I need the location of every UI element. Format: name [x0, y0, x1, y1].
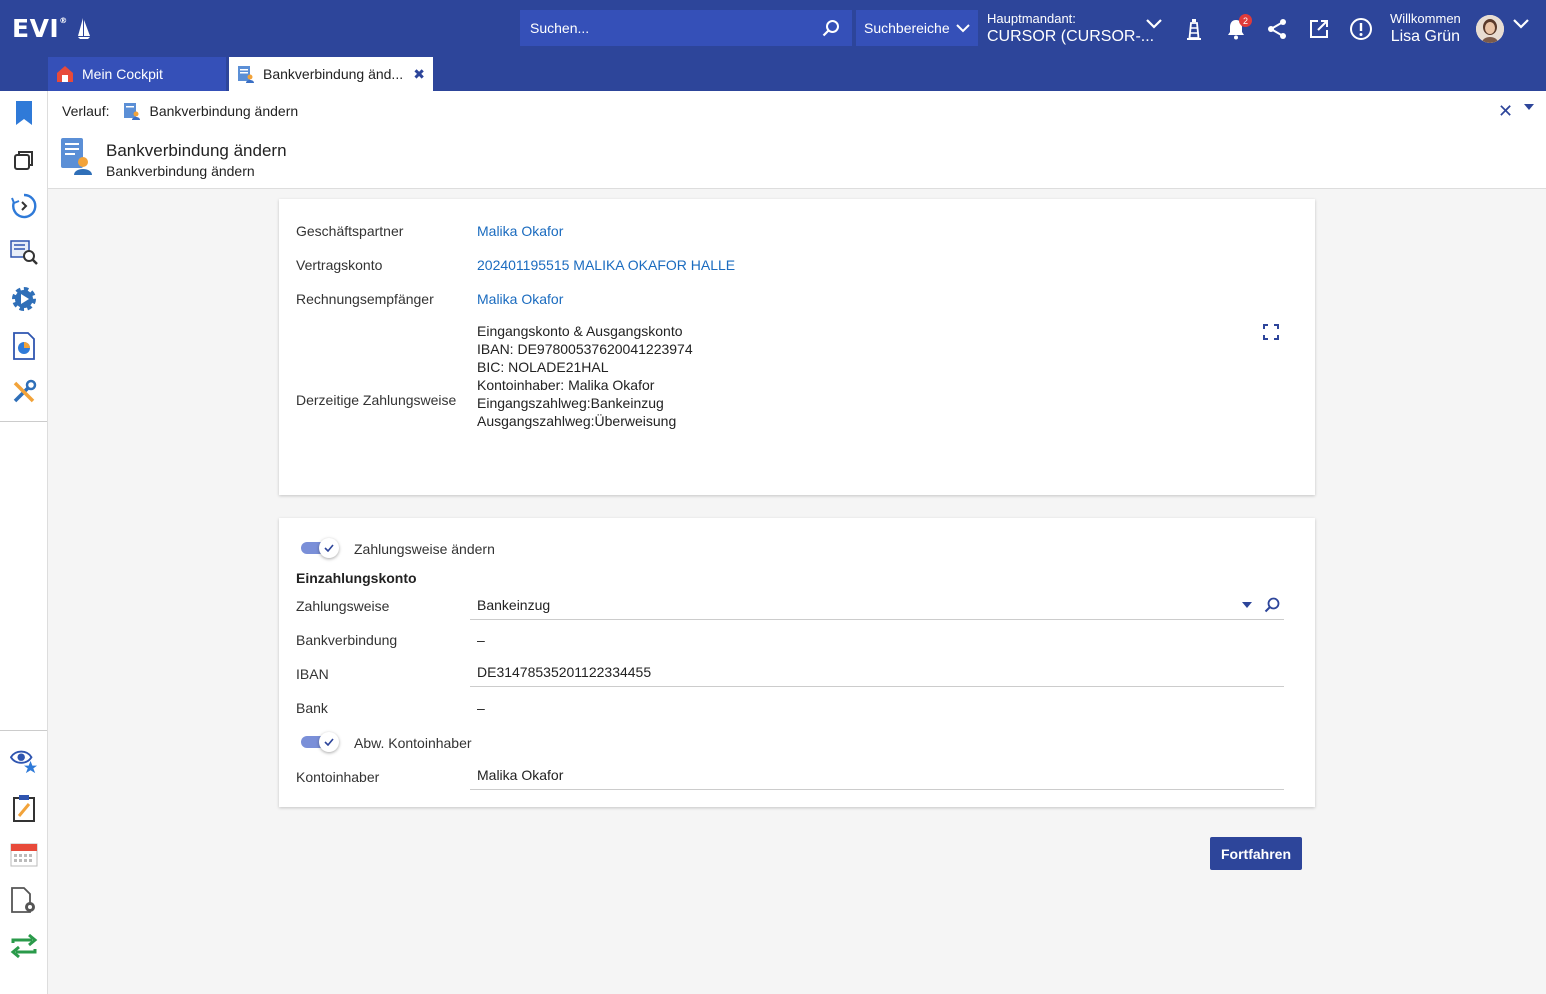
recipient-label: Rechnungsempfänger: [296, 291, 434, 307]
search-scope-label: Suchbereiche: [864, 20, 950, 36]
user-name: Lisa Grün: [1390, 28, 1461, 45]
partner-link[interactable]: Malika Okafor: [477, 223, 563, 239]
payment-line: Ausgangszahlweg:Überweisung: [477, 413, 677, 429]
current-info-card: Geschäftspartner Malika Okafor Vertragsk…: [279, 199, 1315, 495]
calendar-icon[interactable]: [10, 840, 38, 868]
tab-bank-connection[interactable]: Bankverbindung änd... ✖: [229, 57, 433, 91]
watch-star-icon[interactable]: [10, 746, 38, 774]
contract-label: Vertragskonto: [296, 257, 383, 273]
avatar[interactable]: [1476, 15, 1504, 43]
tab-label: Mein Cockpit: [82, 66, 163, 82]
bank-connection-label: Bankverbindung: [296, 632, 398, 648]
payment-line: BIC: NOLADE21HAL: [477, 359, 609, 375]
search-icon[interactable]: [820, 17, 842, 39]
chevron-down-icon: [956, 23, 970, 32]
clipboard-edit-icon[interactable]: [10, 794, 38, 822]
chevron-down-icon[interactable]: [1145, 18, 1163, 29]
recipient-link[interactable]: Malika Okafor: [477, 291, 563, 307]
sidebar-divider: [0, 730, 47, 731]
lighthouse-icon[interactable]: [1181, 16, 1207, 42]
info-icon[interactable]: [1348, 16, 1374, 42]
search-icon[interactable]: [1264, 597, 1280, 613]
continue-button[interactable]: Fortfahren: [1210, 837, 1302, 870]
user-greeting: Willkommen Lisa Grün: [1390, 11, 1461, 46]
bank-document-icon: [237, 65, 255, 83]
search-list-icon[interactable]: [10, 238, 38, 266]
tenant-value: CURSOR (CURSOR-...: [987, 28, 1155, 45]
iban-field[interactable]: DE31478535201122334455: [470, 657, 1284, 687]
sidebar-divider: [0, 421, 47, 422]
bank-connection-value: –: [477, 632, 485, 648]
breadcrumb-label: Verlauf:: [62, 103, 110, 119]
payment-line: Eingangszahlweg:Bankeinzug: [477, 395, 664, 411]
tab-label: Bankverbindung änd...: [263, 66, 404, 82]
payment-label: Derzeitige Zahlungsweise: [296, 392, 457, 408]
caret-down-icon[interactable]: [1242, 601, 1252, 608]
section-title: Einzahlungskonto: [296, 570, 417, 586]
close-icon[interactable]: ✕: [1498, 101, 1513, 122]
history-icon[interactable]: [10, 192, 38, 220]
bank-value: –: [477, 700, 485, 716]
check-icon: [324, 544, 334, 552]
search-bar: [520, 10, 852, 46]
page-title: Bankverbindung ändern: [106, 141, 287, 160]
page-subtitle: Bankverbindung ändern: [106, 163, 255, 179]
caret-down-icon[interactable]: [1524, 104, 1534, 110]
method-label: Zahlungsweise: [296, 598, 390, 614]
welcome-text: Willkommen: [1390, 11, 1461, 26]
payment-line: IBAN: DE97800537620041223974: [477, 341, 693, 357]
payment-change-toggle[interactable]: [301, 538, 339, 558]
bank-document-icon: [59, 137, 93, 175]
sail-icon: [77, 18, 90, 39]
payment-change-label: Zahlungsweise ändern: [354, 541, 495, 557]
change-payment-card: Zahlungsweise ändern Einzahlungskonto Za…: [279, 518, 1315, 807]
document-settings-icon[interactable]: [10, 887, 38, 915]
left-sidebar: [0, 91, 48, 994]
breadcrumb: Verlauf: Bankverbindung ändern: [62, 102, 298, 120]
gear-play-icon[interactable]: [10, 285, 38, 313]
tab-cockpit[interactable]: Mein Cockpit: [48, 57, 226, 91]
sync-arrows-icon[interactable]: [10, 932, 38, 960]
holder-value: Malika Okafor: [477, 766, 564, 783]
close-icon[interactable]: ✖: [413, 66, 425, 83]
holder-label: Kontoinhaber: [296, 769, 380, 785]
search-scope-dropdown[interactable]: Suchbereiche: [856, 10, 978, 46]
bookmark-icon[interactable]: [10, 99, 38, 127]
payment-method-select[interactable]: Bankeinzug: [470, 590, 1284, 620]
iban-value: DE31478535201122334455: [477, 663, 652, 680]
app-logo[interactable]: EVI®: [12, 14, 91, 43]
method-value: Bankeinzug: [477, 596, 551, 613]
partner-label: Geschäftspartner: [296, 223, 404, 239]
holder-toggle[interactable]: [301, 732, 339, 752]
search-input[interactable]: [530, 20, 820, 36]
check-icon: [324, 738, 334, 746]
holder-field[interactable]: Malika Okafor: [470, 760, 1284, 790]
expand-icon[interactable]: [1263, 324, 1279, 340]
notification-badge: 2: [1239, 14, 1252, 27]
bell-icon[interactable]: 2: [1223, 14, 1252, 42]
chevron-down-icon[interactable]: [1512, 18, 1530, 29]
tenant-label: Hauptmandant:: [987, 11, 1076, 26]
report-chart-icon[interactable]: [10, 332, 38, 360]
tools-icon[interactable]: [10, 378, 38, 406]
tenant-selector[interactable]: Hauptmandant: CURSOR (CURSOR-...: [987, 11, 1154, 46]
contract-link[interactable]: 202401195515 MALIKA OKAFOR HALLE: [477, 257, 735, 273]
breadcrumb-item[interactable]: Bankverbindung ändern: [149, 103, 298, 119]
home-icon: [56, 65, 74, 83]
payment-details: Eingangskonto & Ausgangskonto IBAN: DE97…: [477, 322, 693, 430]
bank-label: Bank: [296, 700, 328, 716]
external-link-icon[interactable]: [1306, 16, 1332, 42]
iban-label: IBAN: [296, 666, 329, 682]
windows-icon[interactable]: [10, 146, 38, 174]
payment-line: Eingangskonto & Ausgangskonto: [477, 323, 683, 339]
share-icon[interactable]: [1264, 16, 1290, 42]
payment-line: Kontoinhaber: Malika Okafor: [477, 377, 655, 393]
holder-toggle-label: Abw. Kontoinhaber: [354, 735, 472, 751]
bank-document-icon: [123, 102, 141, 120]
